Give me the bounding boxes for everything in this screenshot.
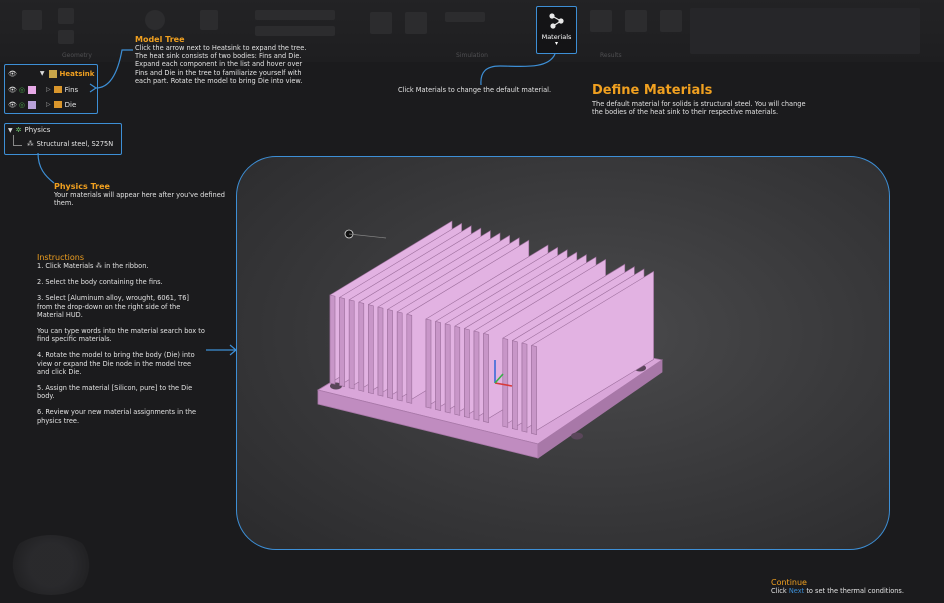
continue-suffix: to set the thermal conditions. xyxy=(806,587,904,595)
model-tree-callout: Model Tree Click the arrow next to Heats… xyxy=(135,35,313,85)
chevron-down-icon: ▾ xyxy=(554,40,558,47)
body-icon xyxy=(53,86,62,93)
ribbon-group xyxy=(690,8,920,54)
instruction-step: 6. Review your new material assignments … xyxy=(37,408,197,425)
fin-face xyxy=(406,313,413,404)
materials-icon xyxy=(548,13,564,29)
tree-item-label: Structural steel, S275N xyxy=(36,140,114,148)
ribbon-button[interactable] xyxy=(370,12,392,34)
instruction-step: 2. Select the body containing the fins. xyxy=(37,278,163,287)
instruction-step: 3. Select [Aluminum alloy, wrought, 6061… xyxy=(37,294,189,319)
continue-title: Continue xyxy=(771,578,807,587)
fin-face xyxy=(387,309,393,399)
pivot-leader xyxy=(348,233,387,239)
fin-face xyxy=(473,330,480,421)
fin-face xyxy=(502,337,509,428)
tree-item-heatsink[interactable]: 👁 ▼ Heatsink xyxy=(5,66,94,81)
ribbon-button[interactable] xyxy=(58,8,74,24)
ribbon-group-label: Geometry xyxy=(62,52,92,59)
fin-face xyxy=(464,328,470,419)
fin-face xyxy=(358,301,365,392)
ribbon-button[interactable] xyxy=(445,12,485,22)
fin-face xyxy=(531,345,537,435)
physics-icon: ✲ xyxy=(15,126,22,134)
chevron-right-icon[interactable]: ▷ xyxy=(46,101,51,108)
ribbon-group-label: Simulation xyxy=(456,52,488,59)
physics-tree-callout: Physics Tree Your materials will appear … xyxy=(54,182,234,207)
ribbon-button[interactable] xyxy=(255,10,335,20)
model-tree: 👁 ▼ Heatsink 👁 ◎ ▷ Fins 👁 ◎ ▷ Die xyxy=(4,64,98,114)
eye-icon[interactable]: 👁 xyxy=(8,86,17,94)
tree-item-label: Physics xyxy=(24,126,51,134)
tree-item-die[interactable]: 👁 ◎ ▷ Die xyxy=(5,97,76,112)
instruction-step: You can type words into the material sea… xyxy=(37,327,205,344)
continue-callout: Continue Click Next to set the thermal c… xyxy=(771,578,904,595)
materials-icon: ⁂ xyxy=(95,262,103,270)
navigation-wheel[interactable] xyxy=(6,535,96,595)
materials-button[interactable]: Materials ▾ xyxy=(536,6,577,54)
physics-tree: ▼ ✲ Physics ⁂ Structural steel, S275N xyxy=(4,123,122,155)
physics-tree-title: Physics Tree xyxy=(54,182,110,191)
tree-item-label: Fins xyxy=(64,85,79,94)
physics-tree-description: Your materials will appear here after yo… xyxy=(54,191,225,208)
fin-face xyxy=(396,311,403,402)
fin-face xyxy=(444,323,451,414)
instruction-step: 4. Rotate the model to bring the body (D… xyxy=(37,351,195,376)
define-materials-title: Define Materials xyxy=(592,83,713,98)
fin-face xyxy=(521,342,528,433)
fin-face xyxy=(425,318,432,409)
ribbon-button[interactable] xyxy=(590,10,612,32)
fin-face xyxy=(329,294,336,385)
define-materials-description: The default material for solids is struc… xyxy=(592,100,806,117)
fin-face xyxy=(435,321,441,411)
fin-face xyxy=(368,304,374,395)
ribbon-group-label: Results xyxy=(600,52,622,59)
chevron-down-icon[interactable]: ▼ xyxy=(8,127,13,134)
color-swatch-icon[interactable] xyxy=(28,100,36,109)
chevron-right-icon[interactable]: ▷ xyxy=(46,86,51,93)
fin-face xyxy=(377,306,384,397)
model-tree-title: Model Tree xyxy=(135,35,185,44)
visibility-icon[interactable]: ◎ xyxy=(19,86,25,94)
fin-face xyxy=(339,297,345,387)
part-icon xyxy=(48,69,57,78)
tree-item-label: Heatsink xyxy=(59,69,95,78)
ribbon-button[interactable] xyxy=(405,12,427,34)
chevron-down-icon[interactable]: ▼ xyxy=(40,70,45,77)
fin-face xyxy=(512,340,518,431)
ribbon-button[interactable] xyxy=(22,10,42,30)
instructions-title: Instructions xyxy=(37,253,84,262)
tree-item-material[interactable]: ⁂ Structural steel, S275N xyxy=(27,140,113,148)
materials-icon: ⁂ xyxy=(27,140,34,148)
fin-face xyxy=(348,299,355,390)
instruction-step: 1. Click Materials ⁂ in the ribbon. xyxy=(37,262,149,270)
define-materials-callout: Define Materials The default material fo… xyxy=(592,83,807,116)
ribbon-button[interactable] xyxy=(145,10,165,30)
fin-face xyxy=(483,333,489,423)
instruction-step: 5. Assign the material [Silicon, pure] t… xyxy=(37,384,193,401)
next-link[interactable]: Next xyxy=(789,587,804,595)
materials-hint: Click Materials to change the default ma… xyxy=(398,86,552,94)
model-tree-description: Click the arrow next to Heatsink to expa… xyxy=(135,44,307,85)
eye-icon[interactable]: 👁 xyxy=(8,70,17,78)
tree-item-physics[interactable]: ▼ ✲ Physics xyxy=(8,126,50,134)
instructions-panel: Instructions 1. Click Materials ⁂ in the… xyxy=(37,253,205,433)
continue-prefix: Click xyxy=(771,587,787,595)
eye-icon[interactable]: 👁 xyxy=(8,101,17,109)
tree-item-fins[interactable]: 👁 ◎ ▷ Fins xyxy=(5,82,78,97)
ribbon-button[interactable] xyxy=(200,10,218,30)
ribbon-button[interactable] xyxy=(58,30,74,44)
fin-face xyxy=(454,325,461,416)
tree-item-label: Die xyxy=(64,100,77,109)
heatsink-model[interactable] xyxy=(300,200,680,470)
ribbon-button[interactable] xyxy=(660,10,682,32)
tree-connector xyxy=(13,135,22,146)
ribbon-button[interactable] xyxy=(625,10,647,32)
color-swatch-icon[interactable] xyxy=(28,85,36,94)
visibility-icon[interactable]: ◎ xyxy=(19,101,25,109)
body-icon xyxy=(53,101,62,108)
